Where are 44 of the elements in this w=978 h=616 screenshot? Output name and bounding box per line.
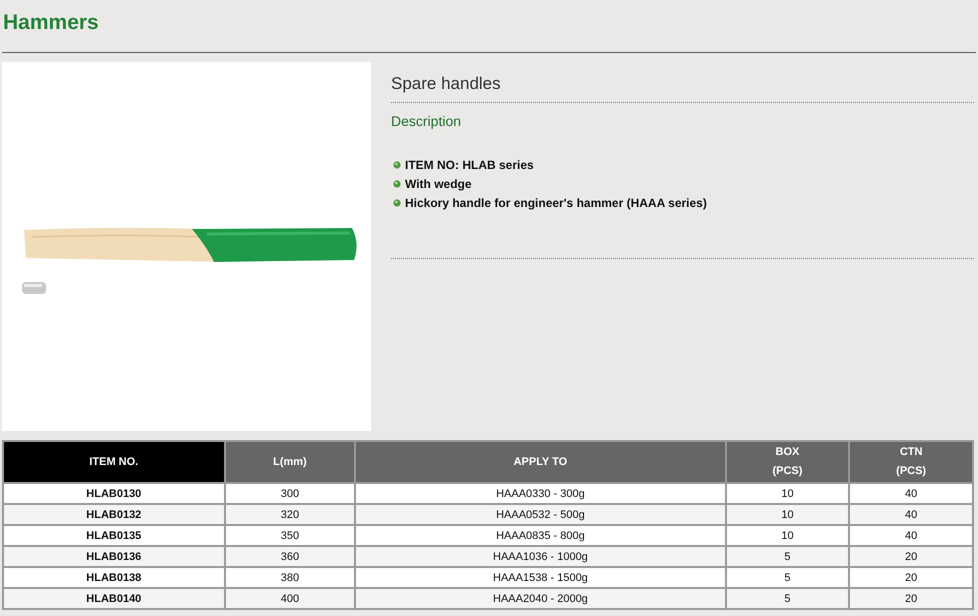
table-cell: HAAA1538 - 1500g	[355, 567, 726, 588]
table-cell: 40	[849, 525, 973, 546]
table-cell: 5	[726, 567, 850, 588]
table-cell: 380	[224, 567, 356, 588]
table-cell: 10	[726, 525, 850, 546]
table-cell: 350	[224, 525, 356, 546]
table-cell: HLAB0130	[3, 483, 225, 504]
table-cell: 400	[224, 588, 356, 609]
page-title: Hammers	[2, 10, 100, 36]
column-header: CTN (PCS)	[849, 441, 973, 483]
feature-text: Hickory handle for engineer's hammer (HAAA series)	[405, 196, 707, 210]
table-cell: 20	[849, 546, 973, 567]
table-cell: HAAA0330 - 300g	[355, 483, 726, 504]
column-header: APPLY TO	[355, 441, 726, 483]
table-cell: 10	[726, 483, 850, 504]
table-cell: HLAB0136	[3, 546, 225, 567]
column-header: BOX (PCS)	[726, 441, 850, 483]
table-cell: HAAA1036 - 1000g	[355, 546, 726, 567]
column-header: ITEM NO.	[3, 441, 225, 483]
product-name: Spare handles	[391, 73, 502, 95]
table-cell: 20	[849, 588, 973, 609]
column-header: L(mm)	[224, 441, 356, 483]
bullet-icon	[393, 160, 401, 168]
table-cell: 360	[224, 546, 356, 567]
feature-text: With wedge	[405, 176, 472, 190]
bullet-icon	[393, 198, 401, 206]
table-cell: 300	[224, 483, 356, 504]
bullet-icon	[393, 180, 401, 188]
table-cell: HLAB0138	[3, 567, 225, 588]
section-label: Description	[391, 112, 462, 131]
table-cell: HAAA0835 - 800g	[355, 525, 726, 546]
table-cell: 10	[726, 504, 850, 525]
table-cell: HLAB0140	[3, 588, 225, 609]
table-cell: HLAB0135	[3, 525, 225, 546]
table-cell: 20	[849, 567, 973, 588]
feature-text: ITEM NO: HLAB series	[405, 158, 534, 172]
table-cell: 40	[849, 483, 973, 504]
table-cell: 5	[726, 546, 850, 567]
table-cell: HAAA2040 - 2000g	[355, 588, 726, 609]
table-cell: 40	[849, 504, 973, 525]
table-cell: 320	[224, 504, 356, 525]
table-cell: 5	[726, 588, 850, 609]
table-cell: HLAB0132	[3, 504, 225, 525]
table-cell: HAAA0532 - 500g	[355, 504, 726, 525]
